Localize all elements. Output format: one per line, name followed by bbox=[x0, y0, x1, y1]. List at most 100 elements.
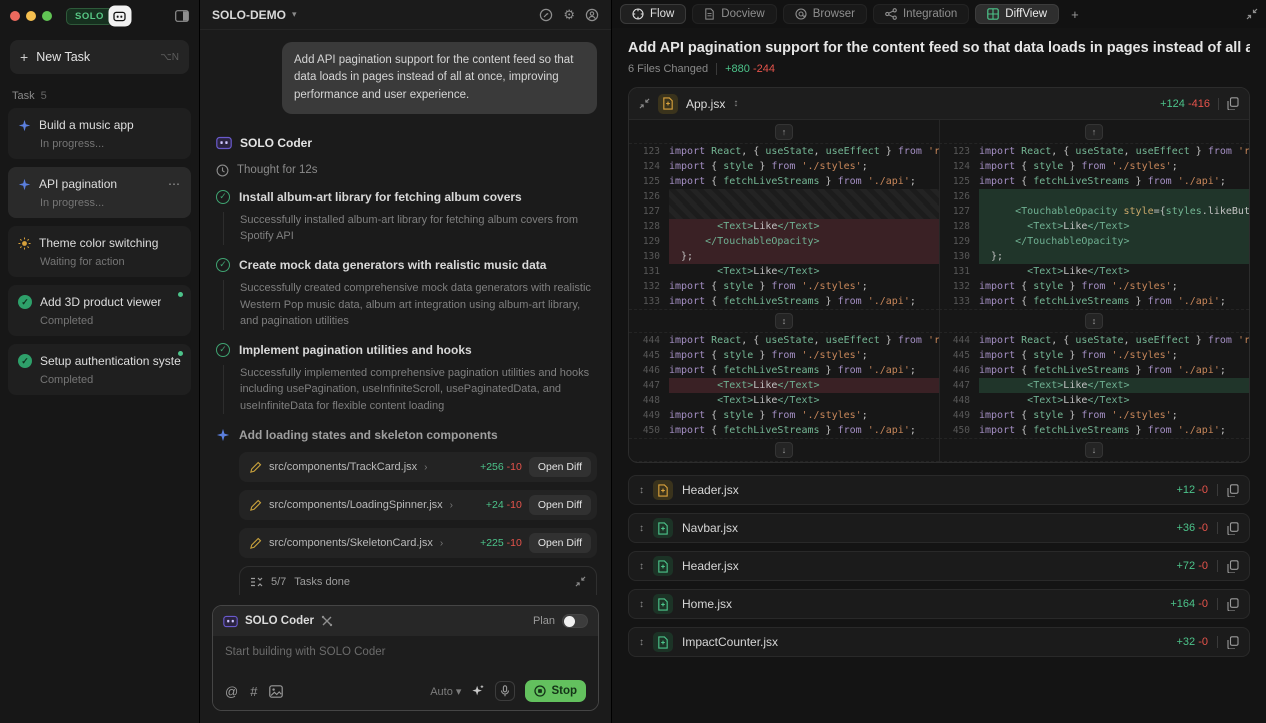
collapse-icon[interactable] bbox=[639, 98, 650, 109]
expand-row: ↓ bbox=[629, 438, 939, 462]
open-diff-button[interactable]: Open Diff bbox=[528, 533, 591, 554]
spinner-blue-icon bbox=[18, 178, 31, 191]
diff-line: 128 <Text>Like</Text> bbox=[939, 219, 1249, 234]
account-icon[interactable] bbox=[585, 8, 599, 22]
copy-icon[interactable] bbox=[1227, 635, 1239, 649]
mode-dropdown[interactable]: Auto ▾ bbox=[430, 685, 461, 698]
shrink-panel-icon[interactable] bbox=[1246, 8, 1258, 20]
close-window-button[interactable] bbox=[10, 11, 20, 21]
diff-body: ↑ 123 import React, { useState, useEffect … bbox=[629, 120, 1249, 462]
step-item: ✓ Install album-art library for fetching… bbox=[216, 189, 597, 245]
tab-docview[interactable]: Docview bbox=[692, 4, 777, 24]
zoom-window-button[interactable] bbox=[42, 11, 52, 21]
copy-icon[interactable] bbox=[1227, 559, 1239, 573]
tab-browser[interactable]: Browser bbox=[782, 4, 867, 24]
diff-line: 125 import { fetchLiveStreams } from './a… bbox=[629, 174, 939, 189]
mention-icon[interactable]: @ bbox=[225, 684, 238, 699]
file-chip[interactable]: src/components/SkeletonCard.jsx › +225 -… bbox=[239, 528, 597, 559]
plan-toggle[interactable] bbox=[562, 614, 588, 628]
line-number: 449 bbox=[952, 410, 970, 421]
expand-up-button[interactable]: ↑ bbox=[775, 123, 793, 140]
project-title[interactable]: SOLO-DEMO bbox=[212, 8, 286, 22]
diff-card: App.jsx ↕ +124 -416 ↑ 123 import React, { … bbox=[628, 87, 1250, 463]
line-number: 133 bbox=[952, 296, 970, 307]
code-line: import React, { useState, useEffect } fr… bbox=[979, 335, 1249, 346]
added-count: +36 bbox=[1176, 522, 1196, 534]
diff-line: 132 import { style } from './styles'; bbox=[629, 279, 939, 294]
chevron-right-icon: › bbox=[449, 499, 454, 511]
microphone-button[interactable] bbox=[495, 681, 516, 701]
stop-button[interactable]: Stop bbox=[525, 680, 586, 702]
thought-row[interactable]: Thought for 12s bbox=[216, 164, 597, 177]
expand-down-button[interactable]: ↓ bbox=[1085, 442, 1103, 458]
copy-icon[interactable] bbox=[1227, 97, 1239, 110]
new-task-button[interactable]: + New Task ⌥N bbox=[10, 40, 189, 74]
tab-diffview[interactable]: DiffView bbox=[975, 4, 1060, 24]
changed-file-row[interactable]: ↕ Home.jsx +164 -0 bbox=[628, 589, 1250, 619]
file-name: Navbar.jsx bbox=[682, 521, 739, 535]
more-options-icon[interactable]: ⋯ bbox=[168, 177, 181, 191]
collapse-icon[interactable] bbox=[575, 576, 586, 587]
code-line: import { style } from './styles'; bbox=[979, 410, 1178, 421]
tab-integration[interactable]: Integration bbox=[872, 4, 970, 24]
changed-file-row[interactable]: ↕ Header.jsx +12 -0 bbox=[628, 475, 1250, 505]
robot-icon bbox=[109, 7, 130, 25]
file-chip[interactable]: src/components/LoadingSpinner.jsx › +24 … bbox=[239, 490, 597, 521]
file-chip[interactable]: src/components/TrackCard.jsx › +256 -10 … bbox=[239, 452, 597, 483]
code-line: import { style } from './styles'; bbox=[669, 281, 868, 292]
expand-middle-button[interactable]: ↕ bbox=[1085, 313, 1103, 329]
expand-down-button[interactable]: ↓ bbox=[775, 442, 793, 458]
add-tab-button[interactable]: + bbox=[1065, 7, 1085, 22]
expand-updown-icon[interactable]: ↕ bbox=[639, 485, 644, 496]
task-status: Waiting for action bbox=[40, 256, 125, 268]
tools-icon[interactable] bbox=[321, 615, 333, 627]
context-icon[interactable]: # bbox=[250, 684, 257, 699]
tab-flow[interactable]: Flow bbox=[620, 4, 687, 24]
diff-task-title: Add API pagination support for the conte… bbox=[628, 40, 1250, 56]
expand-updown-icon[interactable]: ↕ bbox=[639, 637, 644, 648]
diff-line: 133 import { fetchLiveStreams } from './a… bbox=[629, 294, 939, 309]
diff-card-header[interactable]: App.jsx ↕ +124 -416 bbox=[629, 88, 1249, 120]
step-description: Successfully created comprehensive mock … bbox=[223, 280, 597, 330]
changed-file-row[interactable]: ↕ ImpactCounter.jsx +32 -0 bbox=[628, 627, 1250, 657]
task-item[interactable]: API pagination ⋯ In progress... bbox=[8, 167, 191, 218]
sun-icon bbox=[18, 236, 31, 250]
expand-up-button[interactable]: ↑ bbox=[1085, 123, 1103, 140]
code-line: import { fetchLiveStreams } from './api'… bbox=[979, 365, 1226, 376]
minimize-window-button[interactable] bbox=[26, 11, 36, 21]
open-diff-button[interactable]: Open Diff bbox=[528, 457, 591, 478]
new-chat-icon[interactable] bbox=[539, 8, 553, 22]
sidebar-toggle-icon[interactable] bbox=[175, 10, 189, 22]
task-status: Completed bbox=[40, 374, 94, 386]
open-diff-button[interactable]: Open Diff bbox=[528, 495, 591, 516]
code-line: <Text>Like</Text> bbox=[717, 395, 820, 406]
copy-icon[interactable] bbox=[1227, 597, 1239, 611]
step-item: ✓ Implement pagination utilities and hoo… bbox=[216, 342, 597, 415]
expand-updown-icon[interactable]: ↕ bbox=[639, 523, 644, 534]
expand-updown-icon[interactable]: ↕ bbox=[639, 599, 644, 610]
task-item[interactable]: Build a music app In progress... bbox=[8, 108, 191, 159]
copy-icon[interactable] bbox=[1227, 521, 1239, 535]
total-removed: -244 bbox=[752, 63, 775, 75]
changed-file-row[interactable]: ↕ Header.jsx +72 -0 bbox=[628, 551, 1250, 581]
check-circle-icon: ✓ bbox=[216, 342, 230, 357]
message-input[interactable] bbox=[225, 646, 586, 680]
copy-icon[interactable] bbox=[1227, 483, 1239, 497]
chat-scroll-area[interactable]: Add API pagination support for the conte… bbox=[200, 30, 611, 595]
expand-updown-icon[interactable]: ↕ bbox=[639, 561, 644, 572]
changed-file-row[interactable]: ↕ Navbar.jsx +36 -0 bbox=[628, 513, 1250, 543]
added-count: +72 bbox=[1176, 560, 1196, 572]
task-item[interactable]: ✓ Setup authentication syste... Completed bbox=[8, 344, 191, 395]
file-name: Header.jsx bbox=[682, 483, 739, 497]
composer-agent-name[interactable]: SOLO Coder bbox=[245, 615, 314, 627]
settings-gear-icon[interactable]: ⚙ bbox=[563, 7, 575, 23]
diff-line: 130 }; bbox=[629, 249, 939, 264]
sort-updown-icon[interactable]: ↕ bbox=[733, 98, 738, 109]
expand-middle-button[interactable]: ↕ bbox=[775, 313, 793, 329]
code-line: import { style } from './styles'; bbox=[669, 161, 868, 172]
sparkle-icon[interactable] bbox=[471, 684, 485, 698]
task-item[interactable]: ✓ Add 3D product viewer Completed bbox=[8, 285, 191, 336]
image-icon[interactable] bbox=[269, 684, 284, 698]
workspace-tabbar: Flow Docview Browser Integration DiffView + bbox=[612, 0, 1266, 28]
task-item[interactable]: Theme color switching Waiting for action bbox=[8, 226, 191, 277]
